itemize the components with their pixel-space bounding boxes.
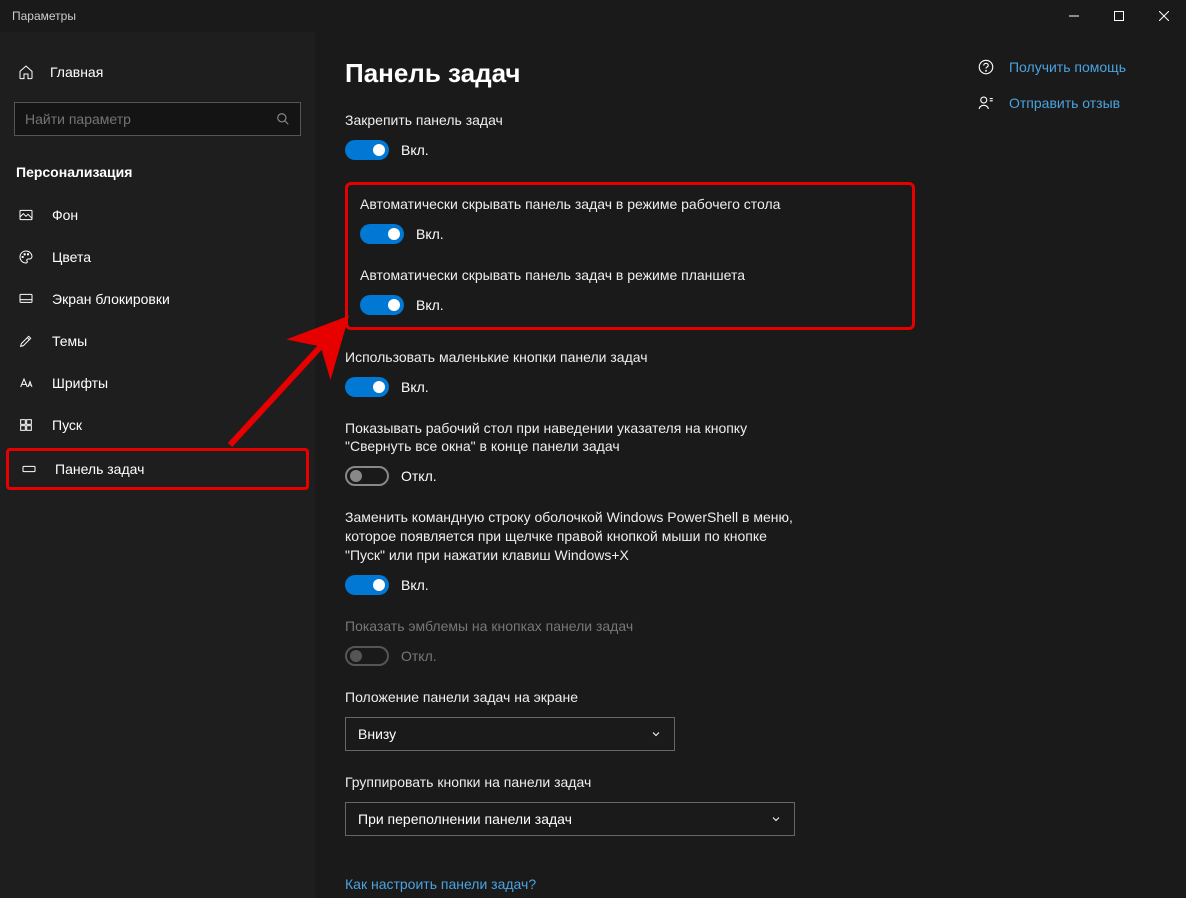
setting-label: Показывать рабочий стол при наведении ук…	[345, 419, 795, 457]
dropdown-value: Внизу	[358, 726, 396, 742]
toggle-state: Вкл.	[401, 577, 429, 593]
get-help-link[interactable]: Получить помощь	[977, 58, 1126, 76]
aside-links: Получить помощь Отправить отзыв	[977, 58, 1156, 872]
sidebar: Главная Персонализация Фон Цвета Экран б…	[0, 32, 315, 898]
toggle-lock[interactable]	[345, 140, 389, 160]
dropdown-combine[interactable]: При переполнении панели задач	[345, 802, 795, 836]
sidebar-item-colors[interactable]: Цвета	[0, 236, 315, 278]
toggle-autohide-tablet[interactable]	[360, 295, 404, 315]
setting-label: Положение панели задач на экране	[345, 688, 795, 707]
help-icon	[977, 58, 995, 76]
nav-label: Пуск	[52, 417, 82, 433]
titlebar: Параметры	[0, 0, 1186, 32]
setting-small-buttons: Использовать маленькие кнопки панели зад…	[345, 348, 915, 397]
search-field[interactable]	[25, 111, 276, 127]
setting-combine: Группировать кнопки на панели задач При …	[345, 773, 915, 836]
setting-label: Показать эмблемы на кнопках панели задач	[345, 617, 795, 636]
setting-badges: Показать эмблемы на кнопках панели задач…	[345, 617, 915, 666]
section-title: Персонализация	[0, 154, 315, 194]
page-title: Панель задач	[345, 58, 915, 89]
help-link-configure[interactable]: Как настроить панели задач?	[345, 876, 536, 892]
setting-label: Автоматически скрывать панель задач в ре…	[360, 195, 810, 214]
lockscreen-icon	[18, 291, 34, 307]
nav-label: Панель задач	[55, 461, 144, 477]
search-icon	[276, 112, 290, 126]
window-title: Параметры	[12, 9, 76, 23]
chevron-down-icon	[770, 813, 782, 825]
chevron-down-icon	[650, 728, 662, 740]
sidebar-item-fonts[interactable]: Шрифты	[0, 362, 315, 404]
setting-label: Закрепить панель задач	[345, 111, 795, 130]
toggle-state: Вкл.	[416, 226, 444, 242]
feedback-icon	[977, 94, 995, 112]
dropdown-value: При переполнении панели задач	[358, 811, 572, 827]
sidebar-item-taskbar[interactable]: Панель задач	[6, 448, 309, 490]
close-button[interactable]	[1141, 0, 1186, 32]
setting-autohide-desktop: Автоматически скрывать панель задач в ре…	[360, 195, 900, 244]
setting-position: Положение панели задач на экране Внизу	[345, 688, 915, 751]
annotation-highlight-box: Автоматически скрывать панель задач в ре…	[345, 182, 915, 330]
nav-label: Фон	[52, 207, 78, 223]
start-icon	[18, 417, 34, 433]
minimize-button[interactable]	[1051, 0, 1096, 32]
palette-icon	[18, 249, 34, 265]
setting-label: Автоматически скрывать панель задач в ре…	[360, 266, 810, 285]
maximize-button[interactable]	[1096, 0, 1141, 32]
setting-label: Группировать кнопки на панели задач	[345, 773, 795, 792]
setting-peek-desktop: Показывать рабочий стол при наведении ук…	[345, 419, 915, 487]
help-text[interactable]: Получить помощь	[1009, 59, 1126, 75]
nav-label: Темы	[52, 333, 87, 349]
setting-autohide-tablet: Автоматически скрывать панель задач в ре…	[360, 266, 900, 315]
toggle-autohide-desktop[interactable]	[360, 224, 404, 244]
toggle-peek-desktop[interactable]	[345, 466, 389, 486]
home-label: Главная	[50, 64, 103, 80]
toggle-badges	[345, 646, 389, 666]
send-feedback-link[interactable]: Отправить отзыв	[977, 94, 1126, 112]
search-input[interactable]	[14, 102, 301, 136]
sidebar-item-background[interactable]: Фон	[0, 194, 315, 236]
sidebar-item-start[interactable]: Пуск	[0, 404, 315, 446]
toggle-state: Вкл.	[401, 379, 429, 395]
taskbar-icon	[21, 461, 37, 477]
setting-lock-taskbar: Закрепить панель задач Вкл.	[345, 111, 915, 160]
home-icon	[18, 64, 34, 80]
setting-label: Заменить командную строку оболочкой Wind…	[345, 508, 795, 565]
picture-icon	[18, 207, 34, 223]
content: Панель задач Закрепить панель задач Вкл.…	[315, 32, 1186, 898]
toggle-small-buttons[interactable]	[345, 377, 389, 397]
feedback-text[interactable]: Отправить отзыв	[1009, 95, 1120, 111]
nav-label: Экран блокировки	[52, 291, 170, 307]
brush-icon	[18, 333, 34, 349]
nav-label: Цвета	[52, 249, 91, 265]
sidebar-item-lockscreen[interactable]: Экран блокировки	[0, 278, 315, 320]
toggle-state: Откл.	[401, 468, 437, 484]
toggle-state: Откл.	[401, 648, 437, 664]
setting-powershell: Заменить командную строку оболочкой Wind…	[345, 508, 915, 595]
nav-label: Шрифты	[52, 375, 108, 391]
toggle-state: Вкл.	[401, 142, 429, 158]
toggle-powershell[interactable]	[345, 575, 389, 595]
toggle-state: Вкл.	[416, 297, 444, 313]
dropdown-position[interactable]: Внизу	[345, 717, 675, 751]
sidebar-item-themes[interactable]: Темы	[0, 320, 315, 362]
home-nav[interactable]: Главная	[0, 52, 315, 92]
setting-label: Использовать маленькие кнопки панели зад…	[345, 348, 795, 367]
fonts-icon	[18, 375, 34, 391]
